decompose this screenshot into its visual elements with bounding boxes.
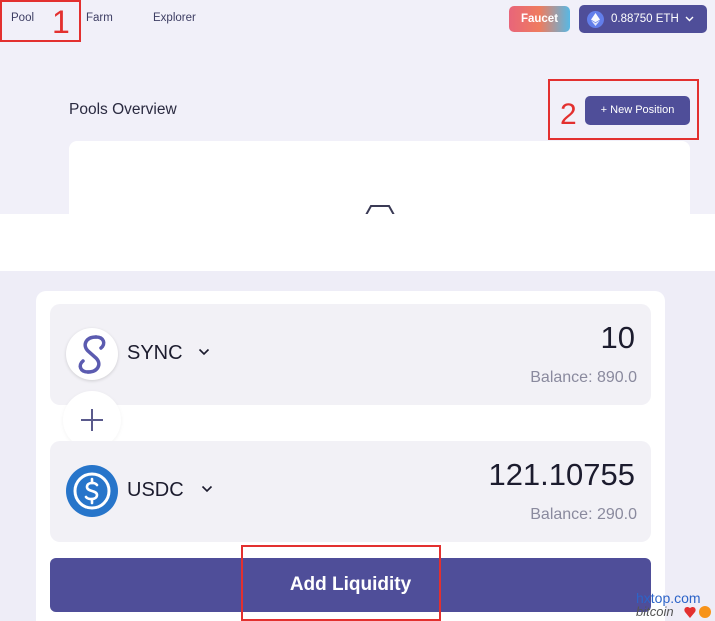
token-input-row-usdc[interactable]: USDC 121.10755 Balance: 290.0 bbox=[50, 441, 651, 542]
token-symbol-sync[interactable]: SYNC bbox=[127, 342, 183, 365]
token-balance-sync: Balance: 890.0 bbox=[530, 369, 637, 386]
token-input-row-sync[interactable]: SYNC 10 Balance: 890.0 bbox=[50, 304, 651, 405]
chevron-down-icon[interactable] bbox=[201, 485, 213, 493]
faucet-button[interactable]: Faucet bbox=[509, 6, 570, 32]
sync-token-icon bbox=[66, 328, 118, 380]
watermark-brand: bitcoin bbox=[636, 604, 674, 619]
chevron-down-icon[interactable] bbox=[198, 348, 210, 356]
token-amount-input-sync[interactable]: 10 bbox=[601, 320, 635, 356]
token-amount-input-usdc[interactable]: 121.10755 bbox=[488, 457, 635, 493]
add-liquidity-panel: SYNC 10 Balance: 890.0 USDC 121.10755 Ba… bbox=[0, 271, 715, 621]
page-title: Pools Overview bbox=[69, 101, 177, 118]
screenshot-stage: Pool Farm Explorer Faucet 0.88750 ETH Po… bbox=[0, 0, 715, 621]
ethereum-icon bbox=[587, 10, 604, 28]
chevron-down-icon bbox=[685, 14, 694, 24]
token-balance-usdc: Balance: 290.0 bbox=[530, 506, 637, 523]
plus-icon bbox=[81, 409, 103, 431]
loading-spinner-icon bbox=[365, 205, 395, 214]
annotation-number-1: 1 bbox=[52, 4, 70, 40]
annotation-box-3 bbox=[241, 545, 441, 621]
nav-explorer-link[interactable]: Explorer bbox=[153, 12, 196, 24]
heart-bitcoin-icon bbox=[684, 606, 711, 618]
nav-farm-link[interactable]: Farm bbox=[86, 12, 113, 24]
watermark: hxtop.com bitcoin bbox=[634, 589, 715, 621]
wallet-balance-button[interactable]: 0.88750 ETH bbox=[579, 5, 707, 33]
usdc-token-icon bbox=[66, 465, 118, 517]
annotation-number-2: 2 bbox=[560, 98, 577, 131]
wallet-balance-label: 0.88750 ETH bbox=[611, 13, 679, 25]
pools-page-panel: Pool Farm Explorer Faucet 0.88750 ETH Po… bbox=[0, 0, 715, 214]
token-symbol-usdc[interactable]: USDC bbox=[127, 479, 184, 502]
